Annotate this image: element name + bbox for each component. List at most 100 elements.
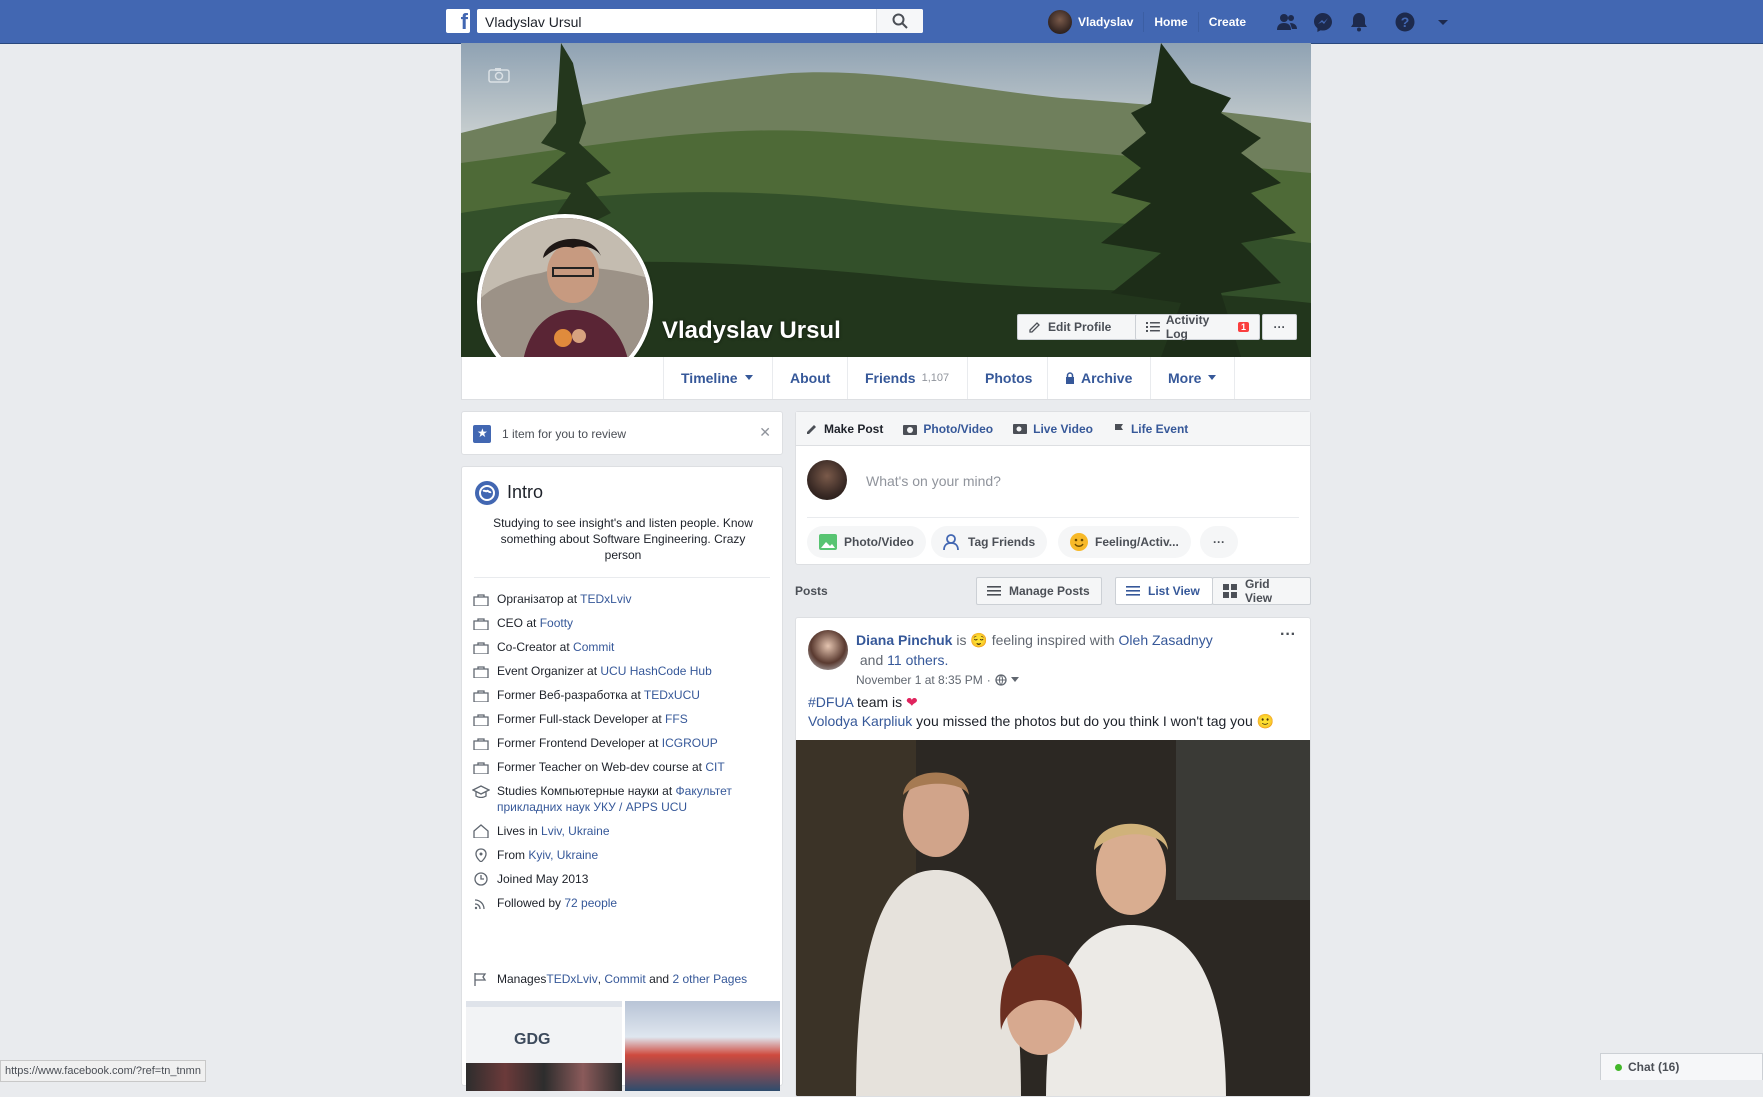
globe-icon[interactable] [995, 674, 1007, 686]
intro-title: Intro [507, 482, 544, 502]
photo-video-button[interactable]: Photo/Video [807, 526, 926, 558]
edit-profile-button[interactable]: Edit Profile [1017, 314, 1143, 340]
search-input[interactable] [483, 11, 867, 33]
intro-detail-link[interactable]: FFS [665, 712, 688, 726]
cover-more-button[interactable]: ··· [1262, 314, 1297, 340]
feeling-activity-button[interactable]: Feeling/Activ... [1058, 526, 1191, 558]
feed-post: Diana Pinchuk is 😌 feeling inspired with… [795, 617, 1311, 1097]
list-view-button[interactable]: List View [1115, 577, 1213, 605]
others-link[interactable]: 11 others. [887, 652, 948, 668]
hashtag-link[interactable]: #DFUA [808, 694, 853, 710]
tab-friends[interactable]: Friends 1,107 [847, 357, 966, 399]
manages-pages: Manages TEDxLviv, Commit and 2 other Pag… [472, 972, 747, 986]
activity-log-button[interactable]: Activity Log 1 [1135, 313, 1260, 341]
manage-posts-button[interactable]: Manage Posts [976, 577, 1102, 605]
intro-detail-text: Followed by 72 people [497, 896, 618, 910]
post-text: #DFUA team is ❤ Volodya Karpliuk you mis… [808, 694, 1275, 729]
other-pages-link[interactable]: 2 other Pages [672, 972, 747, 986]
review-notice[interactable]: ★ 1 item for you to review ✕ [461, 411, 783, 455]
photo-video-tab[interactable]: Photo/Video [893, 422, 1003, 436]
tab-photos[interactable]: Photos [967, 357, 1049, 399]
intro-detail-item: Lives in Lviv, Ukraine [472, 823, 772, 839]
intro-detail-item: Joined May 2013 [472, 871, 772, 887]
smiley-icon [1070, 533, 1088, 551]
search-button[interactable] [876, 9, 923, 33]
create-link[interactable]: Create [1199, 12, 1256, 32]
intro-detail-link[interactable]: Footty [540, 616, 573, 630]
live-video-tab[interactable]: Live Video [1003, 422, 1103, 436]
intro-detail-link[interactable]: TEDxLviv [580, 592, 631, 606]
profile-link[interactable]: Vladyslav [1038, 9, 1145, 34]
grid-view-button[interactable]: Grid View [1212, 577, 1311, 605]
home-link[interactable]: Home [1144, 11, 1199, 32]
facebook-logo[interactable]: f [446, 9, 470, 34]
messenger-icon[interactable] [1312, 11, 1334, 33]
intro-detail-text: Former Frontend Developer at ICGROUP [497, 736, 718, 750]
notifications-bell-icon[interactable] [1348, 11, 1370, 33]
tagged-person-link[interactable]: Oleh Zasadnyy [1119, 632, 1213, 648]
tab-more[interactable]: More [1150, 357, 1236, 399]
intro-detail-item: Організатор at TEDxLviv [472, 591, 772, 607]
post-meta: November 1 at 8:35 PM · [856, 673, 1020, 687]
emoji-icon: 😌 [970, 632, 988, 648]
status-bar-url: https://www.facebook.com/?ref=tn_tnmn [0, 1060, 206, 1082]
post-author-link[interactable]: Diana Pinchuk [856, 632, 952, 648]
intro-detail-link[interactable]: 72 people [564, 896, 617, 910]
intro-detail-link[interactable]: Lviv, Ukraine [541, 824, 609, 838]
composer-input[interactable]: What's on your mind? [866, 473, 1001, 489]
tab-about[interactable]: About [772, 357, 847, 399]
composer-more-button[interactable]: ··· [1200, 526, 1238, 558]
intro-detail-text: Co-Creator at Commit [497, 640, 615, 654]
page-link-commit[interactable]: Commit [604, 972, 645, 986]
chevron-down-icon [744, 375, 753, 380]
chevron-down-icon [1208, 375, 1217, 380]
post-options-button[interactable]: ··· [1280, 626, 1296, 644]
intro-card: Intro Studying to see insight's and list… [461, 466, 783, 1091]
page-link-tedxlviv[interactable]: TEDxLviv [546, 972, 597, 986]
composer-tabs: Make Post Photo/Video Live Video Life Ev… [796, 412, 1310, 446]
briefcase-icon [473, 642, 489, 654]
account-menu-chevron-down-icon[interactable] [1432, 11, 1454, 33]
intro-details-list: Організатор at TEDxLviv CEO at Footty Co-C… [472, 591, 772, 919]
flag-icon [1114, 423, 1123, 435]
profile-name[interactable]: Vladyslav Ursul [662, 317, 841, 345]
intro-detail-item: Studies Компьютерные науки at Факультет … [472, 783, 772, 815]
home-icon [473, 824, 489, 838]
intro-detail-text: Studies Компьютерные науки at Факультет … [497, 784, 732, 814]
intro-detail-link[interactable]: CIT [705, 760, 724, 774]
tag-friends-button[interactable]: Tag Friends [931, 526, 1048, 558]
intro-photo-snow[interactable] [625, 1001, 780, 1091]
chat-button[interactable]: Chat (16) [1600, 1053, 1763, 1080]
avatar [807, 460, 847, 500]
make-post-tab[interactable]: Make Post [796, 422, 893, 436]
pencil-icon [807, 424, 816, 434]
intro-detail-link[interactable]: ICGROUP [662, 736, 718, 750]
tag-friends-icon [943, 534, 959, 550]
post-photo[interactable] [796, 740, 1310, 1096]
intro-detail-link[interactable]: Kyiv, Ukraine [528, 848, 598, 862]
help-icon[interactable]: ? [1394, 11, 1416, 33]
intro-detail-link[interactable]: Commit [573, 640, 614, 654]
avatar[interactable] [808, 630, 848, 670]
intro-detail-link[interactable]: TEDxUCU [644, 688, 700, 702]
life-event-tab[interactable]: Life Event [1103, 422, 1198, 436]
camera-icon[interactable] [488, 67, 510, 83]
post-timestamp[interactable]: November 1 at 8:35 PM [856, 673, 983, 687]
chevron-down-icon[interactable] [1010, 677, 1020, 683]
intro-photo-gdg[interactable]: GDG [466, 1001, 622, 1091]
intro-detail-text: Joined May 2013 [497, 872, 589, 886]
clock-icon [474, 872, 488, 886]
briefcase-icon [473, 666, 489, 678]
tab-timeline[interactable]: Timeline [663, 357, 771, 399]
divider [807, 517, 1299, 518]
tagged-friend-link[interactable]: Volodya Karpliuk [808, 713, 912, 729]
intro-detail-item: Former Frontend Developer at ICGROUP [472, 735, 772, 751]
briefcase-icon [473, 762, 489, 774]
intro-detail-item: From Kyiv, Ukraine [472, 847, 772, 863]
tab-archive[interactable]: Archive [1047, 357, 1149, 399]
briefcase-icon [473, 594, 489, 606]
close-icon[interactable]: ✕ [759, 424, 771, 441]
intro-detail-link[interactable]: UCU HashCode Hub [600, 664, 711, 678]
friend-requests-icon[interactable] [1276, 11, 1298, 33]
intro-detail-text: From Kyiv, Ukraine [497, 848, 599, 862]
